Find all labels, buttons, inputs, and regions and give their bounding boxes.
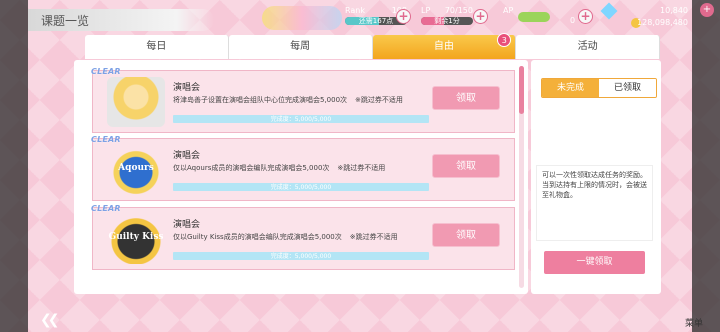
lp-bar: 剩余1分 [421, 17, 473, 25]
back-button[interactable]: ❮❮ [40, 312, 60, 328]
mission-thumbnail: Aqours [107, 145, 165, 195]
scroll-thumb[interactable] [519, 66, 524, 114]
claim-button[interactable]: 领取 [432, 86, 500, 110]
filter-claimed[interactable]: 已领取 [599, 79, 656, 97]
info-text: 可以一次性领取达成任务的奖励。当到达持有上限的情况时，会被送至礼物盒。 [536, 165, 653, 241]
status-filter: 未完成 已领取 [541, 78, 657, 98]
header-title-bar: 课题一览 [28, 9, 214, 31]
mission-title: 演唱会 [173, 151, 201, 161]
filter-incomplete[interactable]: 未完成 [542, 79, 599, 97]
tab-daily[interactable]: 每日 [85, 35, 229, 59]
clear-tag: CLEAR [91, 204, 121, 213]
gem-plus-button[interactable]: + [700, 3, 714, 17]
clear-tag: CLEAR [91, 67, 121, 76]
claim-button[interactable]: 领取 [432, 154, 500, 178]
mission-progress: 完成度：5,000/5,000 [173, 183, 429, 191]
mission-progress: 完成度：5,000/5,000 [173, 252, 429, 260]
lp-plus-button[interactable]: + [473, 9, 488, 24]
page-title: 课题一览 [41, 14, 90, 28]
claim-button[interactable]: 领取 [432, 223, 500, 247]
left-edge-shade [0, 0, 28, 332]
tab-badge: 3 [497, 33, 512, 47]
mission-description: 仅以Aqours成员的演唱会编队完成演唱会5,000次 ※跳过券不适用 [173, 164, 386, 172]
mission-description: 将津岛善子设置在演唱会组队中心位完成演唱会5,000次 ※跳过券不适用 [173, 96, 403, 104]
tab-weekly[interactable]: 每周 [228, 35, 373, 59]
ap-value: 0 [570, 16, 576, 25]
rank-plus-button[interactable]: + [396, 9, 411, 24]
tab-free[interactable]: 自由 3 [372, 33, 517, 59]
mission-progress: 完成度：5,000/5,000 [173, 115, 429, 123]
lp-stat: LP 70/150 剩余1分 [421, 6, 477, 28]
menu-button[interactable]: 菜单 [685, 316, 703, 329]
mission-card: CLEAR Aqours 演唱会 仅以Aqours成员的演唱会编队完成演唱会5,… [91, 135, 515, 201]
mission-title: 演唱会 [173, 220, 201, 230]
ap-plus-button[interactable]: + [578, 9, 593, 24]
clear-tag: CLEAR [91, 135, 121, 144]
mission-thumbnail: Guilty Kiss [107, 214, 165, 264]
mission-card: CLEAR Guilty Kiss 演唱会 仅以Guilty Kiss成员的演唱… [91, 204, 515, 270]
tab-bar: 每日 每周 自由 3 活动 [85, 33, 660, 59]
event-logo [262, 6, 342, 30]
mission-scrollbar[interactable] [519, 66, 524, 288]
coin-value: 128,098,480 [637, 18, 688, 27]
mission-description: 仅以Guilty Kiss成员的演唱会编队完成演唱会5,000次 ※跳过券不适用 [173, 233, 398, 241]
lp-label: LP [421, 6, 431, 15]
mission-title: 演唱会 [173, 83, 201, 93]
tab-event[interactable]: 活动 [516, 35, 660, 59]
gem-value: 10,840 [660, 6, 688, 15]
batch-claim-button[interactable]: 一键领取 [544, 251, 645, 274]
rank-label: Rank [345, 6, 365, 15]
mission-card: CLEAR 演唱会 将津岛善子设置在演唱会组队中心位完成演唱会5,000次 ※跳过… [91, 67, 515, 133]
ap-icon [518, 12, 550, 22]
right-edge-shade [692, 0, 720, 332]
ap-label: AP [503, 6, 514, 15]
lp-bar-text: 剩余1分 [434, 17, 460, 25]
lp-value: 70/150 [444, 6, 473, 15]
gem-icon [600, 2, 618, 20]
mission-thumbnail [107, 77, 165, 127]
